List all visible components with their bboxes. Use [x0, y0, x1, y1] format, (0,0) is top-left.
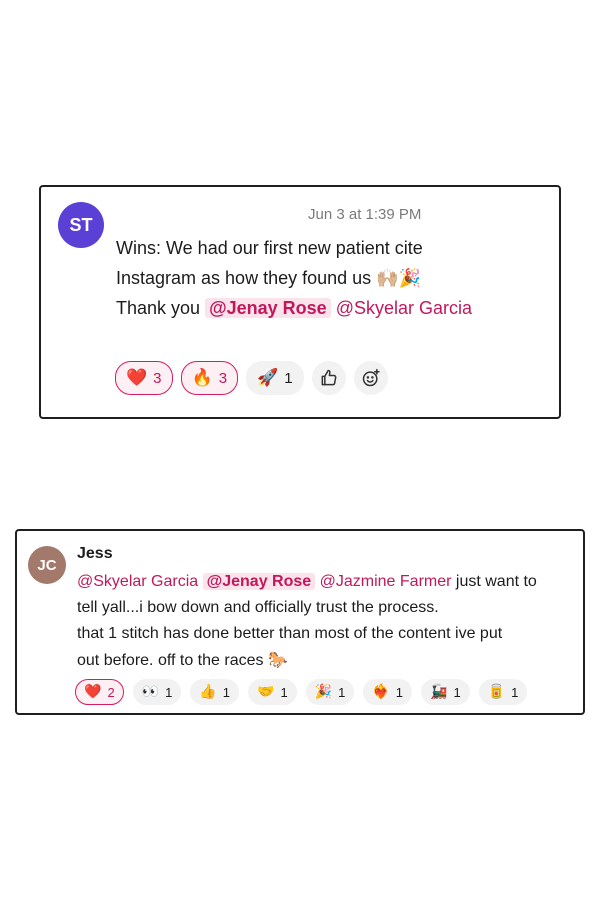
message-card-st: ST Jun 3 at 1:39 PM Wins: We had our fir…	[39, 185, 561, 419]
reaction-count: 1	[222, 684, 231, 700]
reaction-fire[interactable]: 🔥 3	[180, 361, 239, 395]
message-line: @Skyelar Garcia @Jenay Rose @Jazmine Far…	[77, 569, 537, 595]
mention-skyelar-garcia[interactable]: @Skyelar Garcia	[77, 573, 198, 590]
reaction-thumbs-up[interactable]: 👍 1	[190, 679, 240, 705]
message-text: just want to	[451, 573, 537, 590]
reaction-bar: ❤️ 2 👀 1 👍 1 🤝 1 🎉 1 ❤️‍🔥 1 🚂 1 🥫 1	[75, 679, 528, 705]
heart-emoji: ❤️	[126, 368, 148, 388]
reaction-count: 1	[338, 684, 346, 700]
reaction-bar: ❤️ 3 🔥 3 🚀 1	[115, 361, 388, 395]
avatar[interactable]: JC	[28, 546, 66, 584]
author-name[interactable]: Jess	[77, 545, 113, 563]
reaction-heart[interactable]: ❤️ 3	[115, 361, 173, 395]
avatar[interactable]: ST	[58, 202, 104, 248]
message-line: Wins: We had our first new patient cite	[116, 238, 423, 258]
eyes-emoji: 👀	[141, 684, 160, 700]
message-line: out before. off to the races 🐎	[77, 647, 537, 673]
message-line: Thank you @Jenay Rose @Skyelar Garcia	[116, 293, 472, 323]
reaction-count: 3	[218, 369, 228, 387]
reaction-count: 1	[511, 684, 519, 700]
raised-hands-party-emoji: 🙌🏼🎉	[376, 268, 421, 289]
reaction-heart[interactable]: ❤️ 2	[75, 679, 124, 705]
mention-jenay-rose[interactable]: @Jenay Rose	[205, 298, 331, 318]
message-timestamp[interactable]: Jun 3 at 1:39 PM	[308, 206, 421, 223]
reaction-count: 1	[280, 684, 288, 700]
reaction-count: 1	[165, 684, 173, 700]
reaction-count: 1	[395, 684, 404, 700]
fire-emoji: 🔥	[191, 368, 213, 388]
rocket-emoji: 🚀	[257, 368, 279, 388]
reaction-count: 2	[107, 684, 115, 700]
message-body: @Skyelar Garcia @Jenay Rose @Jazmine Far…	[77, 569, 537, 673]
heart-emoji: ❤️	[84, 684, 102, 700]
can-emoji: 🥫	[487, 684, 506, 700]
horse-emoji: 🐎	[267, 650, 288, 669]
reaction-party[interactable]: 🎉 1	[305, 679, 355, 705]
reaction-count: 1	[453, 684, 461, 700]
mention-jenay-rose[interactable]: @Jenay Rose	[202, 573, 316, 590]
reaction-count: 1	[284, 369, 293, 387]
reaction-count: 3	[153, 369, 162, 387]
heart-on-fire-emoji: ❤️‍🔥	[372, 684, 390, 700]
train-emoji: 🚂	[430, 684, 448, 700]
reaction-can[interactable]: 🥫 1	[478, 679, 528, 705]
message-body: Wins: We had our first new patient cite …	[116, 233, 472, 323]
message-text: out before. off to the races	[77, 652, 268, 669]
mention-jazmine-farmer[interactable]: @Jazmine Farmer	[320, 573, 452, 590]
message-text: Thank you	[116, 298, 206, 318]
message-text: Instagram as how they found us	[116, 268, 377, 288]
party-popper-emoji: 🎉	[314, 684, 333, 700]
thumbs-up-emoji: 👍	[199, 684, 217, 700]
thumbs-up-icon[interactable]	[311, 361, 346, 395]
message-line: Instagram as how they found us 🙌🏼🎉	[116, 263, 472, 293]
handshake-emoji: 🤝	[257, 684, 275, 700]
mention-skyelar-garcia[interactable]: @Skyelar Garcia	[336, 298, 472, 318]
add-reaction-icon[interactable]	[353, 361, 388, 395]
message-line: that 1 stitch has done better than most …	[77, 625, 503, 642]
reaction-handshake[interactable]: 🤝 1	[248, 679, 297, 705]
reaction-rocket[interactable]: 🚀 1	[246, 361, 304, 395]
reaction-heart-on-fire[interactable]: ❤️‍🔥 1	[363, 679, 413, 705]
reaction-eyes[interactable]: 👀 1	[132, 679, 182, 705]
reaction-train[interactable]: 🚂 1	[421, 679, 470, 705]
message-card-jess: JC Jess @Skyelar Garcia @Jenay Rose @Jaz…	[15, 529, 585, 715]
message-line: tell yall...i bow down and officially tr…	[77, 599, 439, 616]
